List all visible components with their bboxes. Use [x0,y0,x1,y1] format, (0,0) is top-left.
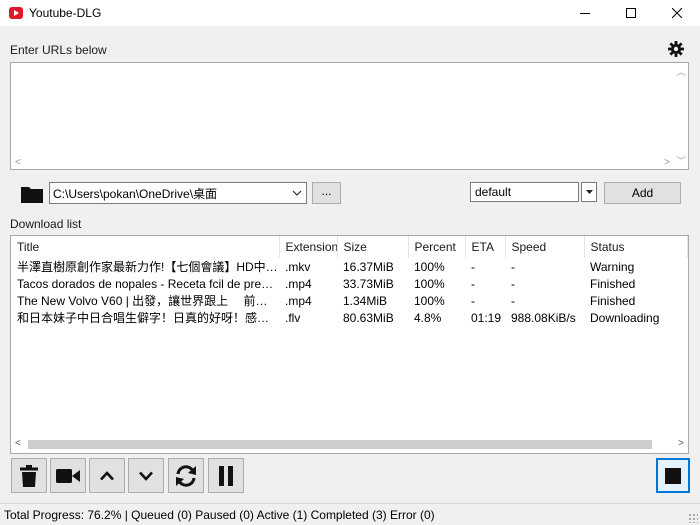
status-bar: Total Progress: 76.2% | Queued (0) Pause… [0,503,700,525]
cell-eta: - [471,276,475,291]
scroll-right-icon[interactable]: > [678,438,684,449]
table-row[interactable]: 半澤直樹原創作家最新力作!【七個會議】HD中文電影... .mkv 16.37M… [11,258,687,275]
browse-button[interactable]: ... [312,182,341,204]
minimize-icon [580,13,590,14]
caret-down-icon [585,190,593,194]
move-up-button[interactable] [89,458,125,493]
cell-percent: 100% [414,276,445,291]
chevron-down-icon[interactable] [288,190,306,196]
cell-extension: .flv [285,310,301,325]
download-list[interactable]: Title Extension Size Percent ETA Speed S… [10,235,689,454]
cell-size: 16.37MiB [343,259,394,274]
column-header-extension[interactable]: Extension [279,236,338,258]
cell-size: 33.73MiB [343,276,394,291]
column-header-speed[interactable]: Speed [505,236,585,258]
scroll-right-icon[interactable]: > [664,157,670,168]
open-folder-button[interactable] [20,184,44,204]
gear-icon [668,41,684,57]
cell-size: 80.63MiB [343,310,394,325]
reload-button[interactable] [168,458,204,493]
download-list-label: Download list [10,217,82,231]
cell-percent: 100% [414,293,445,308]
cell-status: Finished [590,276,636,291]
start-button[interactable] [50,458,86,493]
format-combobox[interactable]: default [470,182,579,202]
maximize-button[interactable] [608,0,654,26]
cell-title: Tacos dorados de nopales - Receta fcil d… [17,276,279,291]
column-header-size[interactable]: Size [337,236,409,258]
table-row[interactable]: The New Volvo V60 | 出發，讓世界跟上 前進，... .mp4… [11,292,687,309]
refresh-icon [176,464,196,487]
add-button[interactable]: Add [604,182,681,204]
youtube-dlg-icon [9,7,23,19]
chevron-down-icon [139,471,153,481]
cell-eta: - [471,293,475,308]
urls-label: Enter URLs below [10,43,107,57]
close-icon [672,8,682,18]
window-title: Youtube-DLG [29,6,102,20]
column-header-status[interactable]: Status [584,236,688,258]
cell-eta: - [471,259,475,274]
save-path-combobox[interactable]: C:\Users\pokan\OneDrive\桌面 [49,182,307,204]
pause-icon [219,465,233,486]
scrollbar-thumb[interactable] [28,440,652,449]
cell-speed: - [511,276,515,291]
window-controls [562,0,700,26]
title-bar: Youtube-DLG [0,0,700,26]
scroll-left-icon[interactable]: < [15,157,21,168]
save-path-value: C:\Users\pokan\OneDrive\桌面 [53,186,218,201]
cell-title: 和日本妹子中日合唱生僻字！日真的好呀！感友存~ [17,311,279,325]
table-header-row: Title Extension Size Percent ETA Speed S… [11,236,688,258]
table-row[interactable]: 和日本妹子中日合唱生僻字！日真的好呀！感友存~ .flv 80.63MiB 4.… [11,309,687,326]
cell-status: Warning [590,259,635,274]
cell-title: The New Volvo V60 | 出發，讓世界跟上 前進，... [17,294,279,308]
scroll-up-icon[interactable]: ︿ [676,65,685,78]
urls-textarea[interactable]: ︿ ﹀ < > [10,62,689,170]
column-header-percent[interactable]: Percent [408,236,466,258]
chevron-up-icon [100,470,114,480]
cell-extension: .mp4 [285,276,312,291]
list-horizontal-scrollbar[interactable]: < > [11,436,688,453]
pause-button[interactable] [208,458,244,493]
settings-button[interactable] [666,39,686,59]
cell-status: Downloading [590,310,660,325]
resize-grip-icon[interactable] [688,513,698,523]
move-down-button[interactable] [128,458,164,493]
video-camera-icon [56,468,80,483]
urls-vertical-scrollbar[interactable]: ︿ ﹀ [674,63,688,169]
urls-horizontal-scrollbar[interactable]: < > [11,155,688,169]
trash-icon [20,464,38,487]
cell-status: Finished [590,293,636,308]
cell-percent: 4.8% [414,310,442,325]
format-dropdown-button[interactable] [581,182,597,202]
delete-button[interactable] [11,458,47,493]
close-button[interactable] [654,0,700,26]
cell-speed: 988.08KiB/s [511,310,576,325]
minimize-button[interactable] [562,0,608,26]
column-header-eta[interactable]: ETA [465,236,506,258]
cell-speed: - [511,293,515,308]
scroll-left-icon[interactable]: < [15,438,21,449]
status-text: Total Progress: 76.2% | Queued (0) Pause… [4,507,435,522]
cell-extension: .mkv [285,259,311,274]
folder-icon [21,187,43,203]
cell-eta: 01:19 [471,310,502,325]
maximize-icon [626,8,636,18]
cell-size: 1.34MiB [343,293,388,308]
stop-icon [665,467,681,484]
column-header-title[interactable]: Title [11,236,280,258]
download-table: Title Extension Size Percent ETA Speed S… [11,236,688,326]
cell-title: 半澤直樹原創作家最新力作!【七個會議】HD中文電影... [17,260,279,274]
cell-speed: - [511,259,515,274]
cell-percent: 100% [414,259,445,274]
table-row[interactable]: Tacos dorados de nopales - Receta fcil d… [11,275,687,292]
stop-button[interactable] [656,458,690,493]
cell-extension: .mp4 [285,293,312,308]
